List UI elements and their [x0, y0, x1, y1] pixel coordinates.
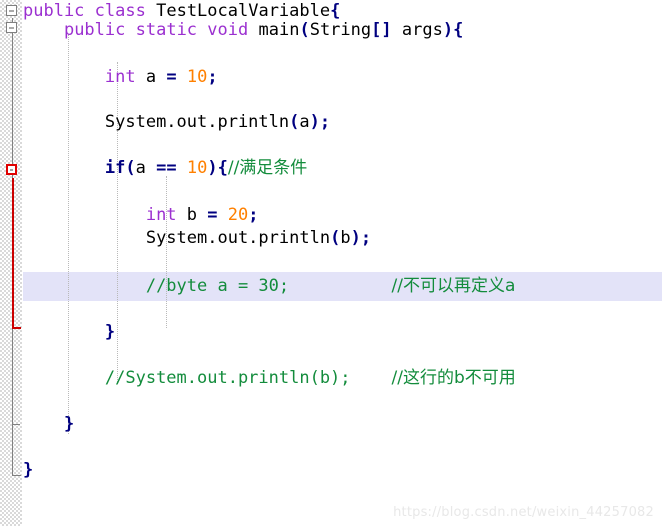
watermark-text: https://blog.csdn.net/weixin_44257082	[393, 505, 654, 520]
token-brace-open: {	[217, 158, 228, 178]
token-ident-a: a	[135, 158, 146, 178]
token-comment-cannot-redefine: //不可以再定义a	[391, 276, 516, 296]
token-type-string: String	[309, 20, 372, 40]
token-keyword-int: int	[104, 67, 136, 87]
code-line[interactable]: System.out.println(a);	[23, 108, 662, 137]
token-equals: ==	[156, 158, 177, 178]
code-line[interactable]: System.out.println(b);	[23, 224, 662, 253]
token-semicolon: ;	[248, 205, 259, 225]
token-call-println: System.out.println	[145, 228, 331, 248]
token-ident-b: b	[186, 205, 198, 225]
code-line[interactable]: }	[23, 456, 662, 485]
token-ident-a: a	[299, 112, 310, 132]
fold-toggle-if-block[interactable]	[6, 164, 17, 175]
code-editor-window: public class TestLocalVariable{ public s…	[0, 0, 662, 526]
fold-gutter[interactable]	[0, 0, 22, 526]
code-line[interactable]: public static void main(String[] args){	[23, 16, 662, 45]
fold-toggle-method[interactable]	[6, 22, 17, 33]
fold-end-tick-class	[12, 475, 21, 476]
token-number-10: 10	[186, 158, 208, 178]
token-brace-close-class: }	[23, 460, 34, 480]
token-brace-close-if: }	[104, 322, 116, 342]
token-ident-b: b	[340, 228, 351, 248]
code-line[interactable]: }	[23, 318, 662, 347]
token-keyword-int: int	[145, 205, 177, 225]
token-ident-a: a	[145, 67, 157, 87]
token-brackets: []	[371, 20, 392, 40]
token-paren-open: (	[289, 112, 300, 132]
token-keyword-public: public	[63, 20, 126, 40]
code-line[interactable]: if(a == 10){//满足条件	[23, 154, 662, 183]
fold-toggle-class[interactable]	[6, 5, 17, 16]
fold-end-tick-if-block	[12, 327, 21, 329]
token-comment-byte-declaration: //byte a = 30;	[145, 276, 290, 296]
token-paren-close: )	[442, 20, 454, 40]
token-assign: =	[166, 67, 177, 87]
token-semicolon: ;	[319, 112, 331, 132]
code-line-highlighted[interactable]: //byte a = 30; //不可以再定义a	[23, 272, 662, 301]
code-line[interactable]: //System.out.println(b); //这行的b不可用	[23, 364, 662, 393]
token-keyword-if: if	[104, 158, 126, 178]
token-assign: =	[207, 205, 218, 225]
token-paren-close: )	[309, 112, 320, 132]
code-line[interactable]: int a = 10;	[23, 63, 662, 92]
token-number-10: 10	[186, 67, 208, 87]
token-brace-open: {	[453, 20, 464, 40]
token-semicolon: ;	[207, 67, 218, 87]
token-paren-open: (	[125, 158, 136, 178]
fold-spine-if-block	[12, 178, 14, 328]
token-semicolon: ;	[360, 228, 372, 248]
token-number-20: 20	[227, 205, 249, 225]
token-paren-open: (	[330, 228, 341, 248]
token-keyword-void: void	[207, 20, 249, 40]
token-call-println: System.out.println	[104, 112, 290, 132]
token-method-main: main	[258, 20, 300, 40]
fold-end-tick-method	[12, 424, 20, 425]
token-paren-open: (	[299, 20, 310, 40]
code-content-area[interactable]: public class TestLocalVariable{ public s…	[23, 0, 662, 526]
token-paren-close: )	[207, 158, 218, 178]
token-comment-println-b: //System.out.println(b);	[104, 368, 351, 388]
token-param-args: args	[401, 20, 443, 40]
token-comment-satisfy-condition: //满足条件	[227, 158, 308, 178]
token-comment-b-unavailable: //这行的b不可用	[391, 368, 516, 388]
token-paren-close: )	[350, 228, 361, 248]
token-keyword-static: static	[135, 20, 198, 40]
token-brace-close-method: }	[63, 414, 75, 434]
code-line[interactable]: }	[23, 410, 662, 439]
